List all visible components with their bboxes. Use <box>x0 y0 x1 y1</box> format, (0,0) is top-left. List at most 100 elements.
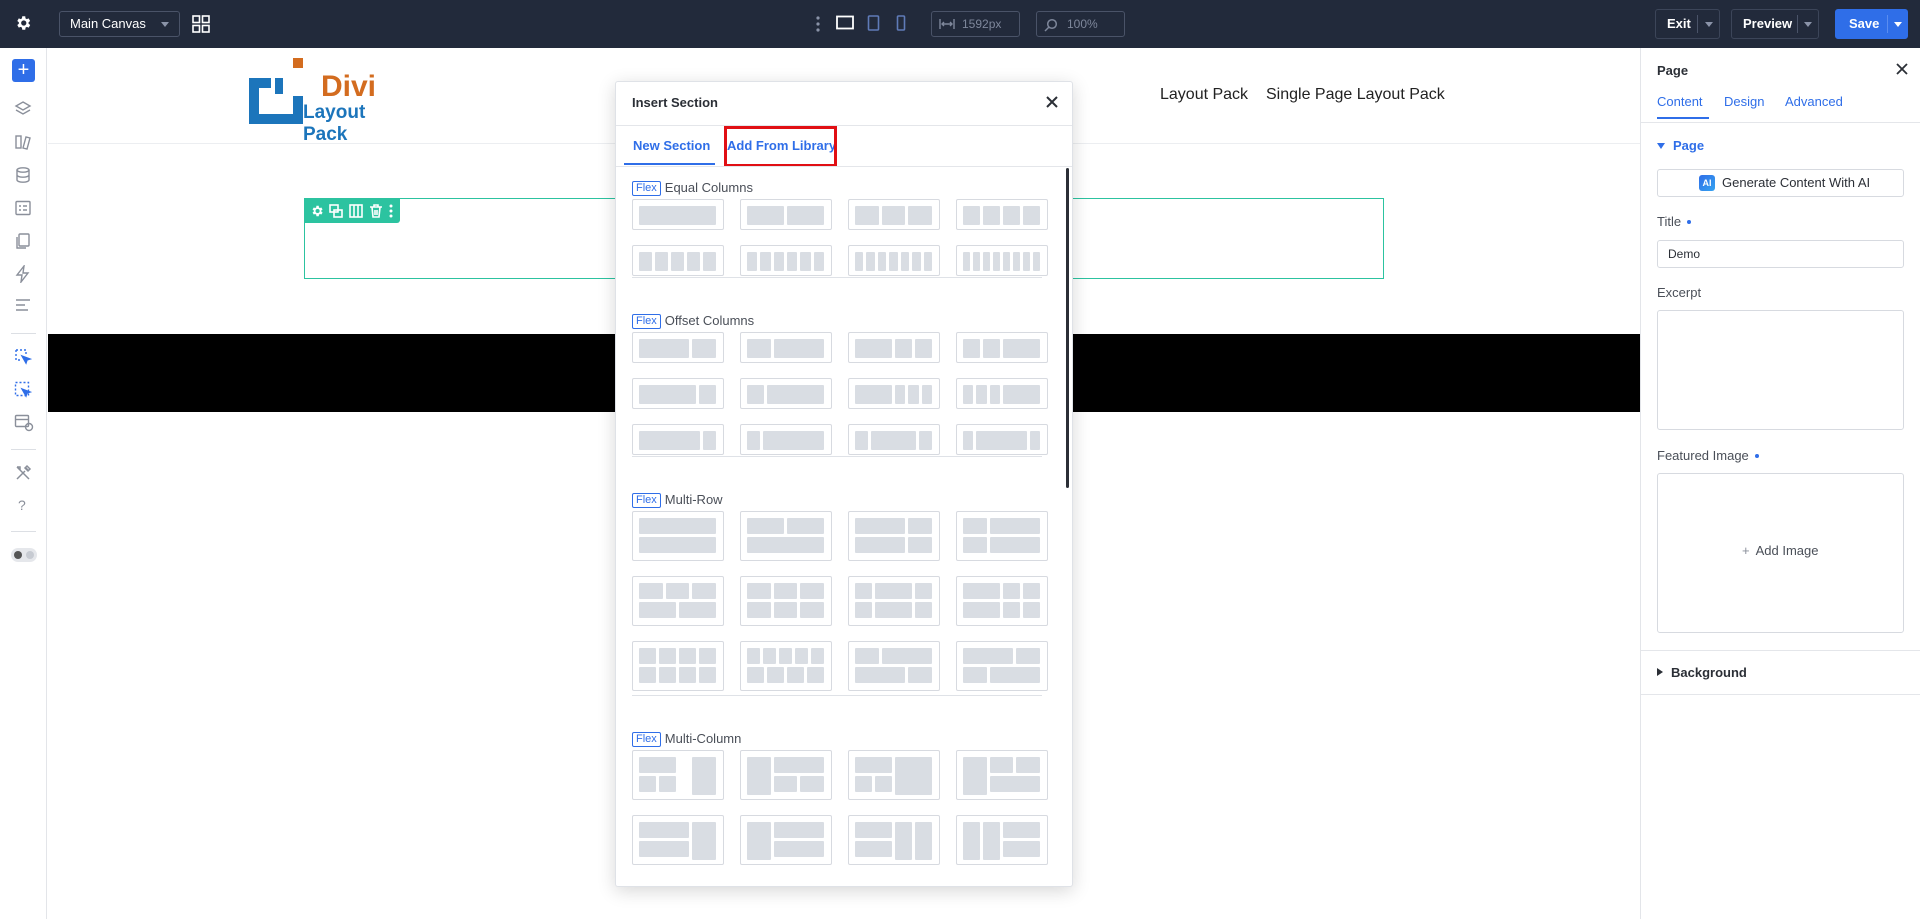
help-icon[interactable]: ? <box>18 497 26 513</box>
layout-option[interactable] <box>740 245 832 276</box>
site-logo[interactable]: Divi Layout Pack <box>243 58 403 145</box>
layout-option[interactable] <box>632 245 724 276</box>
row-columns-icon[interactable] <box>349 204 363 218</box>
layout-option[interactable] <box>956 378 1048 409</box>
form-icon[interactable] <box>14 199 32 217</box>
layout-option[interactable] <box>956 199 1048 230</box>
layout-option[interactable] <box>740 641 832 691</box>
layout-option[interactable] <box>848 815 940 865</box>
generate-ai-button[interactable]: AI Generate Content With AI <box>1657 169 1904 197</box>
database-icon[interactable] <box>14 166 32 184</box>
template-icon[interactable] <box>14 414 34 432</box>
layout-option[interactable] <box>632 332 724 363</box>
layout-option[interactable] <box>956 576 1048 626</box>
logo-line2: Layout Pack <box>303 102 366 145</box>
tab-advanced[interactable]: Advanced <box>1785 94 1843 109</box>
excerpt-label: Excerpt <box>1657 285 1702 300</box>
layout-option[interactable] <box>848 332 940 363</box>
layout-option[interactable] <box>848 378 940 409</box>
layout-option[interactable] <box>740 815 832 865</box>
layout-option[interactable] <box>956 245 1048 276</box>
section-page-toggle[interactable]: Page <box>1657 138 1704 153</box>
layout-option[interactable] <box>848 576 940 626</box>
layout-option[interactable] <box>632 815 724 865</box>
layout-option[interactable] <box>740 424 832 455</box>
featured-image-upload[interactable]: + Add Image <box>1657 473 1904 633</box>
layout-option[interactable] <box>956 750 1048 800</box>
layers-icon[interactable] <box>14 100 32 116</box>
row-settings-icon[interactable] <box>310 204 324 218</box>
list-icon[interactable] <box>14 298 32 312</box>
nav-link-single-page-layout-pack[interactable]: Single Page Layout Pack <box>1266 86 1445 104</box>
layout-option[interactable] <box>740 332 832 363</box>
tab-content[interactable]: Content <box>1657 94 1703 109</box>
row-delete-icon[interactable] <box>369 204 383 218</box>
tab-design[interactable]: Design <box>1724 94 1764 109</box>
flex-badge: Flex <box>632 181 661 196</box>
chevron-down-icon[interactable] <box>1894 22 1902 27</box>
layout-option[interactable] <box>956 424 1048 455</box>
modal-scrollbar[interactable] <box>1066 168 1069 488</box>
select-all-icon[interactable] <box>14 381 32 399</box>
tab-new-section[interactable]: New Section <box>633 138 710 153</box>
row-more-icon[interactable] <box>388 204 394 218</box>
row-toolbar <box>304 198 400 223</box>
add-image-button[interactable]: + Add Image <box>1742 543 1818 558</box>
preview-button[interactable]: Preview <box>1731 9 1819 39</box>
layout-option[interactable] <box>848 750 940 800</box>
layout-option[interactable] <box>740 378 832 409</box>
desktop-icon[interactable] <box>836 15 854 31</box>
layout-option[interactable] <box>848 511 940 561</box>
title-input[interactable]: Demo <box>1657 240 1904 268</box>
layout-option[interactable] <box>632 199 724 230</box>
layout-option[interactable] <box>956 641 1048 691</box>
gear-icon[interactable] <box>14 14 32 32</box>
layout-option[interactable] <box>632 424 724 455</box>
exit-button[interactable]: Exit <box>1655 9 1720 39</box>
layout-option[interactable] <box>740 576 832 626</box>
layout-option[interactable] <box>848 199 940 230</box>
layout-option[interactable] <box>740 199 832 230</box>
modules-icon[interactable] <box>14 133 32 151</box>
vertical-dots-icon[interactable] <box>814 15 822 33</box>
close-icon[interactable] <box>1045 95 1059 109</box>
phone-icon[interactable] <box>896 15 906 31</box>
grid-icon[interactable] <box>192 15 210 33</box>
layout-option[interactable] <box>956 511 1048 561</box>
featured-label-wrap: Featured Image <box>1657 448 1759 463</box>
save-label: Save <box>1849 16 1880 31</box>
tablet-icon[interactable] <box>867 15 880 31</box>
canvas-select[interactable]: Main Canvas <box>59 11 180 37</box>
save-button[interactable]: Save <box>1835 9 1908 39</box>
zoom-icon <box>1044 18 1058 32</box>
zoom-field[interactable]: 100% <box>1036 11 1125 37</box>
layout-option[interactable] <box>740 750 832 800</box>
layout-option[interactable] <box>632 378 724 409</box>
theme-toggle-icon[interactable] <box>11 548 37 562</box>
layout-option[interactable] <box>848 424 940 455</box>
lightning-icon[interactable] <box>14 265 32 283</box>
tools-icon[interactable] <box>14 464 32 482</box>
add-button[interactable]: + <box>12 59 35 82</box>
chevron-down-icon[interactable] <box>1804 22 1812 27</box>
chevron-down-icon[interactable] <box>1705 22 1713 27</box>
layout-option[interactable] <box>848 245 940 276</box>
preview-label: Preview <box>1743 16 1793 31</box>
row-duplicate-icon[interactable] <box>329 204 343 218</box>
nav-link-layout-pack[interactable]: Layout Pack <box>1160 86 1248 104</box>
close-icon[interactable] <box>1896 63 1908 75</box>
layout-option[interactable] <box>956 332 1048 363</box>
canvas-width-field[interactable]: 1592px <box>931 11 1020 37</box>
pages-icon[interactable] <box>14 232 32 250</box>
layout-option[interactable] <box>956 815 1048 865</box>
select-icon[interactable] <box>14 348 32 366</box>
layout-option[interactable] <box>632 576 724 626</box>
layout-option[interactable] <box>848 641 940 691</box>
excerpt-textarea[interactable] <box>1657 310 1904 430</box>
flex-badge: Flex <box>632 493 661 508</box>
layout-option[interactable] <box>740 511 832 561</box>
layout-option[interactable] <box>632 511 724 561</box>
layout-option[interactable] <box>632 750 724 800</box>
layout-option[interactable] <box>632 641 724 691</box>
section-background-toggle[interactable]: Background <box>1657 665 1747 680</box>
